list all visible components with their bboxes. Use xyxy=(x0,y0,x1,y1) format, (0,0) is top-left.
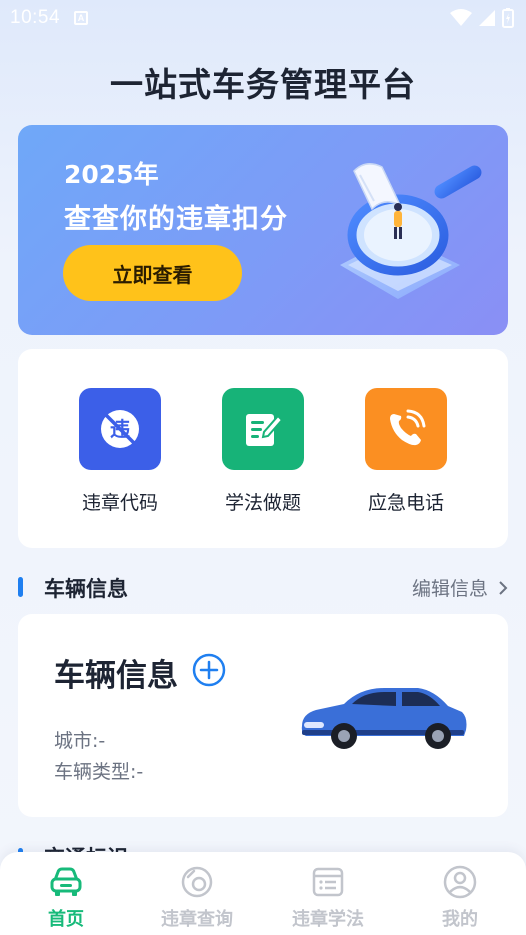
user-icon xyxy=(394,864,526,900)
status-indicators xyxy=(450,8,514,28)
magnifier-illustration-icon xyxy=(340,163,482,299)
no-violation-icon: 违 xyxy=(79,388,161,470)
banner-headline: 查查你的违章扣分 xyxy=(64,204,288,235)
quick-item-violation-code[interactable]: 违 违章代码 xyxy=(60,388,180,515)
view-now-button[interactable]: 立即查看 xyxy=(63,245,242,301)
vehicle-card-title: 车辆信息 xyxy=(54,658,178,694)
chevron-right-icon xyxy=(499,580,508,595)
quick-item-study-quiz[interactable]: 学法做题 xyxy=(203,388,323,515)
banner-year: 2025年 xyxy=(64,160,159,189)
tab-violation-query[interactable]: 违章查询 xyxy=(131,864,263,931)
notification-icon: A xyxy=(74,11,89,25)
tab-home[interactable]: 首页 xyxy=(0,864,132,931)
section-accent-bar xyxy=(18,577,23,597)
bottom-tab-bar: 首页 违章查询 违章学法 我的 xyxy=(0,852,526,935)
tab-profile[interactable]: 我的 xyxy=(394,864,526,931)
vehicle-city: 城市:- xyxy=(54,730,106,752)
tab-violation-study[interactable]: 违章学法 xyxy=(262,864,394,931)
tab-label: 首页 xyxy=(48,909,84,930)
section-title: 车辆信息 xyxy=(44,577,128,601)
edit-info-label: 编辑信息 xyxy=(411,578,488,600)
wifi-icon xyxy=(450,9,472,26)
tab-label: 违章学法 xyxy=(292,909,364,930)
edit-info-link[interactable]: 编辑信息 xyxy=(412,574,508,601)
camera-icon xyxy=(131,864,263,900)
tab-label: 违章查询 xyxy=(161,909,233,930)
signal-icon xyxy=(479,10,495,26)
add-vehicle-icon[interactable] xyxy=(192,653,226,687)
battery-icon xyxy=(502,8,514,28)
car-icon xyxy=(0,864,132,900)
quick-item-label: 违章代码 xyxy=(81,492,158,514)
list-icon xyxy=(262,864,394,900)
page-title: 一站式车务管理平台 xyxy=(110,65,416,104)
quick-actions-card: 违 违章代码 学法做题 应急电话 xyxy=(18,349,508,548)
status-time: 10:54 xyxy=(10,7,61,28)
vehicle-card[interactable]: 车辆信息 城市:- 车辆类型:- xyxy=(18,614,508,817)
phone-call-icon xyxy=(365,388,447,470)
note-edit-icon xyxy=(222,388,304,470)
vehicle-section-header: 车辆信息 编辑信息 xyxy=(18,570,508,604)
car-illustration-icon xyxy=(301,688,467,749)
quick-item-label: 应急电话 xyxy=(367,492,444,514)
status-bar: 10:54 A xyxy=(0,0,526,36)
tab-label: 我的 xyxy=(442,909,478,930)
promo-banner[interactable]: 2025年 查查你的违章扣分 立即查看 xyxy=(18,125,508,335)
vehicle-type: 车辆类型:- xyxy=(54,761,144,783)
quick-item-label: 学法做题 xyxy=(224,492,301,514)
quick-item-emergency-call[interactable]: 应急电话 xyxy=(346,388,466,515)
